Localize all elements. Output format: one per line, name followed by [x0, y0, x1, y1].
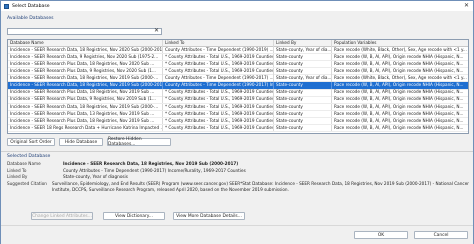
cell-linked-by: State-county, Year of dia...: [276, 46, 332, 54]
cell-linked-by: State-county: [274, 110, 332, 118]
detail-label: Suggested Citation: [7, 180, 47, 186]
table-body: Incidence - SEER Research Data, 18 Regis…: [8, 46, 468, 133]
cell-linked-by: State-county: [274, 68, 332, 75]
cell-linked-to: * County Attributes - Total U.S., 1969-2…: [165, 117, 274, 125]
cell-population-variables: Race recode (W, B, AI, API), Origin reco…: [334, 89, 464, 95]
restore-hidden-databases-button[interactable]: Restore Hidden Databases...: [107, 137, 171, 147]
search-input[interactable]: [7, 28, 162, 35]
cell-database-name: Incidence - SEER 18 Regs Research Data +…: [10, 124, 163, 132]
citation-line-2: Institute, DCCPS, Surveillance Research …: [51, 187, 289, 192]
cell-linked-to: * County Attributes - Total U.S., 1969-2…: [165, 124, 274, 132]
cell-database-name: Incidence - SEER Research Data, 18 Regis…: [10, 82, 163, 89]
section-divider: [1, 151, 473, 152]
change-linked-attributes-button[interactable]: Change Linked Attributes...: [31, 212, 93, 220]
cell-linked-by: State-county: [274, 117, 332, 125]
cell-linked-to: * County Attributes - Total U.S., 1969-2…: [165, 60, 274, 68]
cell-database-name: Incidence - SEER Research Plus Data, 18 …: [8, 89, 163, 96]
cell-linked-to: * County Attributes - Total U.S., 1969-2…: [165, 89, 274, 96]
view-dictionary-button[interactable]: View Dictionary...: [103, 212, 165, 220]
cell-linked-to: County Attributes - Time Dependent (1990…: [165, 82, 274, 89]
app-icon: [4, 3, 9, 9]
ok-button[interactable]: OK: [354, 231, 408, 239]
cell-linked-to: * County Attributes - Total U.S., 1969-2…: [165, 110, 274, 118]
cell-linked-to: * County Attributes - Total U.S., 1969-2…: [165, 53, 274, 61]
cell-linked-to: * County Attributes - Total U.S., 1969-2…: [165, 103, 274, 111]
cell-database-name: Incidence - SEER Research Data, 18 Regis…: [8, 75, 163, 82]
cell-linked-by: State-county: [274, 89, 332, 96]
selected-database-heading: Selected Database: [7, 154, 51, 159]
cell-database-name: Incidence - SEER Research Plus Data, 9 R…: [8, 68, 163, 75]
cell-database-name: Incidence - SEER Research Data, 18 Regis…: [10, 46, 163, 54]
databases-table: Database Name Linked To Linked By Popula…: [7, 39, 469, 134]
cell-database-name: Incidence - SEER Research Plus Data, 9 R…: [8, 96, 163, 103]
column-header-population-variables[interactable]: Population Variables: [332, 40, 468, 47]
select-database-window: Select Database ✕ Available Databases ✕ …: [0, 0, 474, 244]
cell-population-variables: Race recode (White, Black, Other), Sex, …: [334, 75, 467, 81]
cell-linked-to: County Attributes - Time Dependent (1990…: [165, 46, 274, 54]
cell-population-variables: Race recode (White, Black, Other), Sex, …: [334, 46, 467, 52]
cell-database-name: Incidence - SEER Research Plus Data, 18 …: [8, 117, 163, 125]
cell-linked-by: State-county, Year of dia...: [276, 75, 332, 82]
cell-population-variables: Race recode (W, B, AI, API), Origin reco…: [334, 82, 464, 88]
cell-linked-by: State-county: [274, 60, 332, 68]
cell-linked-by: State-county: [274, 82, 332, 89]
detail-value-citation: Surveillance, Epidemiology, and End Resu…: [52, 181, 469, 194]
cell-linked-to: * County Attributes - Total U.S., 1969-2…: [165, 96, 274, 103]
cell-population-variables: Race recode (W, B, AI, API), Origin reco…: [334, 110, 464, 116]
cell-linked-by: State-county: [274, 53, 332, 61]
window-title: Select Database: [12, 3, 50, 9]
clear-search-icon[interactable]: ✕: [154, 27, 159, 34]
column-header-linked-by[interactable]: Linked By: [274, 40, 332, 47]
cell-linked-to: * County Attributes - Total U.S., 1969-2…: [165, 68, 274, 75]
cell-population-variables: Race recode (W, B, AI, API), Origin reco…: [334, 68, 464, 74]
cell-linked-by: State-county: [274, 124, 332, 132]
cell-linked-by: State-county: [274, 103, 332, 111]
title-bar: Select Database ✕: [1, 1, 473, 11]
column-header-linked-to[interactable]: Linked To: [163, 40, 274, 47]
view-more-details-button[interactable]: View More Database Details...: [173, 212, 245, 220]
cell-linked-to: County Attributes - Time Dependent (1990…: [165, 75, 274, 82]
close-icon[interactable]: ✕: [464, 2, 469, 9]
cell-database-name: Incidence - SEER Research Data, 9 Regist…: [8, 53, 163, 61]
selected-database-details: Database Name Incidence - SEER Research …: [7, 161, 469, 194]
cell-population-variables: Race recode (W, B, AI, API), Origin reco…: [334, 60, 464, 66]
cell-population-variables: Race recode (W, B, AI, API), Origin reco…: [334, 96, 464, 102]
original-sort-order-button[interactable]: Original Sort Order: [7, 138, 55, 146]
cell-population-variables: Race recode (W, B, AI, API), Origin reco…: [334, 124, 464, 130]
available-databases-heading: Available Databases: [7, 16, 54, 21]
cell-database-name: Incidence - SEER Research Data, 18 Regis…: [8, 103, 163, 111]
table-row[interactable]: Incidence - SEER 18 Regs Research Data +…: [8, 124, 468, 133]
cancel-button[interactable]: Cancel: [414, 231, 468, 239]
cell-population-variables: Race recode (W, B, AI, API), Origin reco…: [334, 103, 464, 109]
cell-database-name: Incidence - SEER Research Plus Data, 13 …: [8, 110, 163, 118]
hide-database-button[interactable]: Hide Database: [59, 138, 103, 146]
cell-linked-by: State-county: [274, 96, 332, 103]
cell-population-variables: Race recode (W, B, AI, API), Origin reco…: [334, 53, 464, 59]
detail-row-citation: Suggested Citation Surveillance, Epidemi…: [7, 181, 469, 194]
cell-population-variables: Race recode (W, B, AI, API), Origin reco…: [334, 117, 464, 123]
cell-database-name: Incidence - SEER Research Plus Data, 18 …: [8, 60, 163, 68]
column-header-database-name[interactable]: Database Name: [8, 40, 163, 47]
